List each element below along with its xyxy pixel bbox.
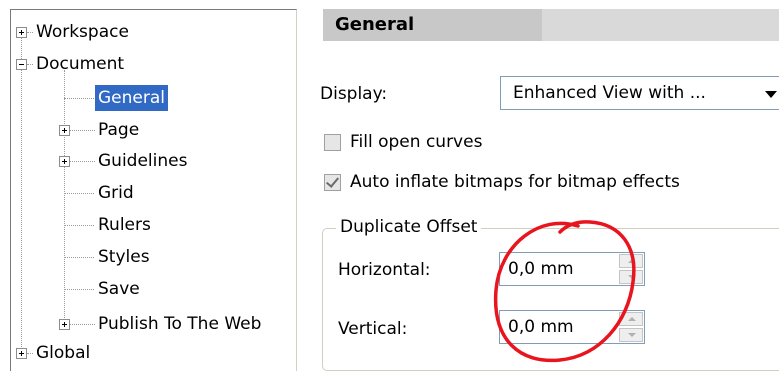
tree-item-workspace[interactable]: Workspace: [33, 19, 132, 45]
expand-publish-icon[interactable]: [59, 319, 70, 330]
tree-item-label: Grid: [98, 183, 134, 203]
auto-inflate-label[interactable]: Auto inflate bitmaps for bitmap effects: [350, 171, 680, 193]
expand-guidelines-icon[interactable]: [59, 156, 70, 167]
spin-up-icon[interactable]: [619, 312, 643, 326]
tree-connector: [64, 225, 94, 226]
tree-item-save[interactable]: Save: [95, 276, 143, 302]
tree-connector: [64, 257, 94, 258]
tree-item-label: General: [98, 88, 165, 108]
display-label: Display:: [320, 84, 388, 104]
spin-up-icon[interactable]: [619, 254, 643, 268]
horizontal-offset-input[interactable]: 0,0 mm: [499, 252, 645, 286]
expand-global-icon[interactable]: [16, 348, 27, 359]
dropdown-arrow-icon[interactable]: [765, 91, 777, 98]
tree-connector: [64, 193, 94, 194]
duplicate-offset-group: [322, 228, 779, 371]
options-tree[interactable]: Workspace Document General Page Guidelin…: [10, 9, 297, 371]
spin-down-icon[interactable]: [619, 328, 643, 342]
expand-workspace-icon[interactable]: [16, 27, 27, 38]
tree-connector: [64, 289, 94, 290]
tree-item-styles[interactable]: Styles: [95, 244, 153, 270]
duplicate-offset-title: Duplicate Offset: [336, 216, 482, 238]
tree-connector: [70, 130, 95, 131]
vertical-offset-value: 0,0 mm: [508, 317, 574, 337]
tree-item-label: Rulers: [98, 215, 151, 235]
section-title: General: [335, 14, 415, 35]
tree-item-rulers[interactable]: Rulers: [95, 212, 154, 238]
auto-inflate-checkbox[interactable]: [324, 174, 341, 191]
tree-item-label: Publish To The Web: [98, 314, 262, 334]
tree-item-guidelines[interactable]: Guidelines: [95, 148, 190, 174]
tree-document-line: [64, 70, 65, 326]
tree-connector: [70, 161, 95, 162]
tree-root-line: [21, 30, 22, 357]
tree-item-label: Workspace: [36, 22, 129, 42]
display-select-value: Enhanced View with ...: [513, 83, 706, 103]
section-header: General: [323, 9, 779, 41]
vertical-spinner: [619, 312, 643, 342]
fill-open-curves-label[interactable]: Fill open curves: [350, 131, 482, 153]
tree-item-general[interactable]: General: [95, 85, 168, 111]
tree-item-label: Save: [98, 279, 140, 299]
tree-item-label: Guidelines: [98, 151, 188, 171]
tree-item-label: Document: [36, 54, 125, 74]
spin-down-icon[interactable]: [619, 270, 643, 284]
vertical-offset-input[interactable]: 0,0 mm: [499, 310, 645, 344]
vertical-label: Vertical:: [338, 319, 408, 339]
tree-item-document[interactable]: Document: [33, 51, 127, 77]
display-select[interactable]: Enhanced View with ...: [500, 76, 779, 110]
fill-open-curves-checkbox[interactable]: [324, 134, 341, 151]
tree-item-label: Page: [98, 120, 140, 140]
tree-item-page[interactable]: Page: [95, 117, 142, 143]
horizontal-offset-value: 0,0 mm: [508, 259, 574, 279]
tree-connector: [70, 324, 95, 325]
tree-connector: [64, 98, 94, 99]
tree-item-grid[interactable]: Grid: [95, 180, 137, 206]
tree-item-global[interactable]: Global: [33, 340, 93, 366]
horizontal-label: Horizontal:: [338, 260, 431, 280]
expand-page-icon[interactable]: [59, 125, 70, 136]
tree-item-publish-to-the-web[interactable]: Publish To The Web: [95, 311, 264, 337]
tree-item-label: Global: [36, 343, 91, 363]
collapse-document-icon[interactable]: [16, 59, 27, 70]
horizontal-spinner: [619, 254, 643, 284]
tree-item-label: Styles: [98, 247, 150, 267]
